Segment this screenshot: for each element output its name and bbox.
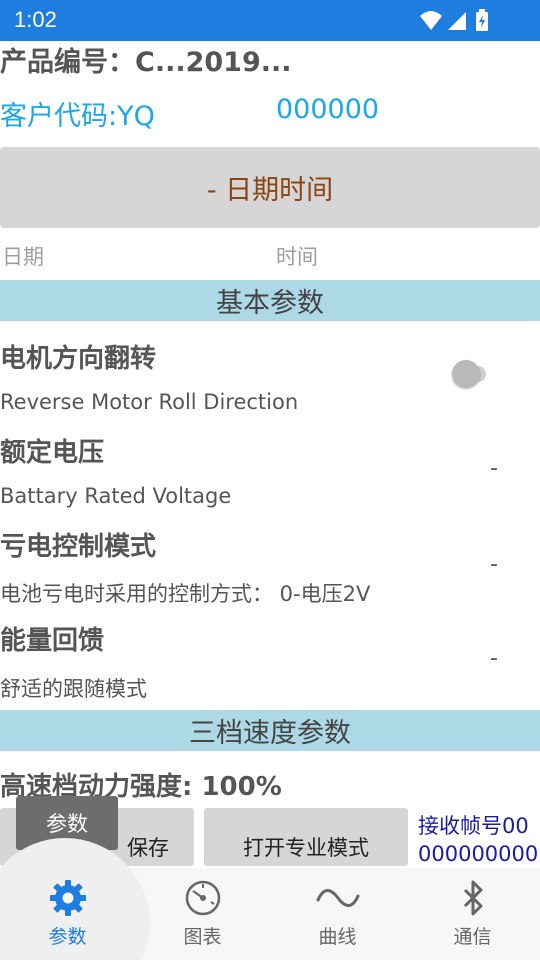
receive-frame-line2: 000000000 (418, 842, 539, 866)
open-pro-mode-label: 打开专业模式 (243, 836, 369, 860)
param-desc-rated-voltage: Battary Rated Voltage (0, 484, 232, 508)
param-title-energy-recovery: 能量回馈 (0, 626, 105, 656)
status-time: 1:02 (14, 7, 57, 32)
param-value-rated-voltage[interactable]: - (490, 456, 498, 481)
nav-item-params[interactable]: 参数 (0, 838, 150, 960)
time-hint[interactable]: 时间 (276, 241, 318, 271)
nav-label-params: 参数 (48, 926, 87, 948)
customer-code-label: 客户代码:YQ (0, 101, 155, 132)
param-desc-motor-direction: Reverse Motor Roll Direction (0, 390, 299, 414)
status-icons (418, 8, 494, 38)
signal-icon (448, 12, 466, 30)
customer-code-value: 000000 (276, 94, 380, 125)
battery-charging-icon (476, 9, 488, 31)
toggle-thumb (452, 360, 480, 388)
param-desc-low-battery-mode: 电池亏电时采用的控制方式： 0-电压2V (0, 582, 371, 606)
param-title-rated-voltage: 额定电压 (0, 438, 105, 468)
section-three-speed-params: 三档速度参数 (0, 710, 540, 751)
nav-label-chart: 图表 (183, 926, 222, 948)
bottom-navigation: 参数 图表 曲线 通信 (0, 838, 540, 960)
product-number: 产品编号：C...2019... (0, 47, 292, 78)
receive-frame-number: 接收帧号00 000000000 (418, 812, 538, 868)
nav-item-curve[interactable]: 曲线 (270, 868, 405, 960)
wifi-icon (420, 11, 442, 30)
motor-direction-toggle[interactable] (452, 360, 488, 388)
nav-item-chart[interactable]: 图表 (135, 868, 270, 960)
param-title-low-battery-mode: 亏电控制模式 (0, 532, 157, 562)
date-hint[interactable]: 日期 (2, 241, 44, 271)
nav-item-comm[interactable]: 通信 (405, 868, 540, 960)
nav-label-curve: 曲线 (318, 926, 357, 948)
nav-label-comm: 通信 (453, 926, 492, 948)
param-title-motor-direction: 电机方向翻转 (0, 344, 157, 374)
bluetooth-icon (463, 880, 482, 916)
param-value-energy-recovery[interactable]: - (490, 646, 498, 671)
save-button-label: 保存 (127, 836, 169, 860)
gear-icon (49, 880, 86, 916)
dial-icon (185, 880, 220, 916)
date-time-button[interactable]: - 日期时间 (0, 147, 540, 228)
open-pro-mode-button[interactable]: 打开专业模式 (204, 808, 408, 866)
param-value-low-battery-mode[interactable]: - (490, 552, 498, 577)
status-bar: 1:02 (0, 0, 540, 41)
section-basic-params: 基本参数 (0, 280, 540, 321)
receive-frame-line1: 接收帧号00 (418, 814, 529, 838)
param-desc-energy-recovery: 舒适的跟随模式 (0, 677, 147, 701)
wave-icon (316, 889, 359, 907)
